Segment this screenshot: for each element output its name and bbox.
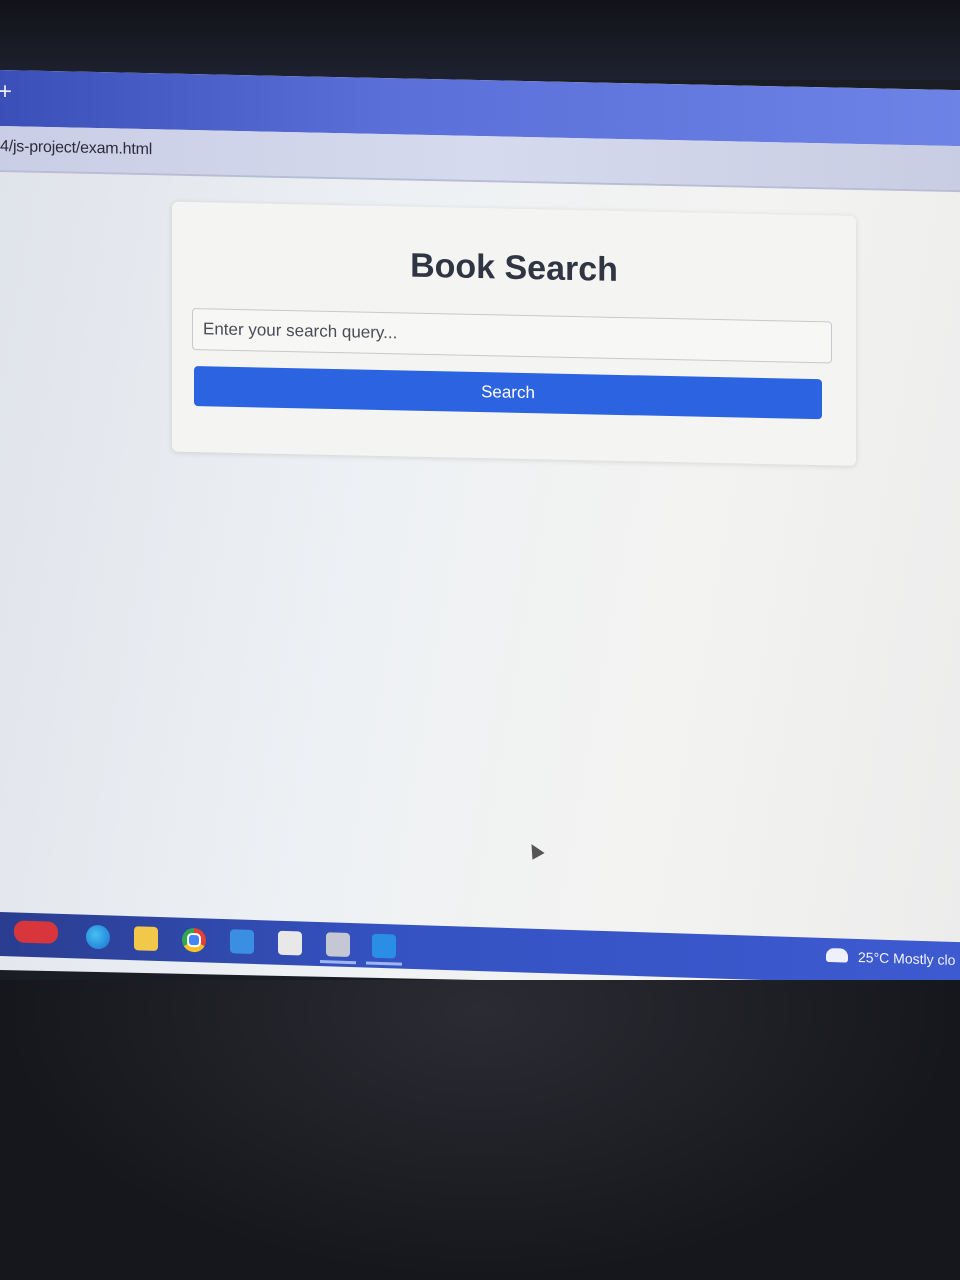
folder-icon[interactable] bbox=[134, 926, 158, 951]
start-icon[interactable] bbox=[14, 920, 58, 944]
monitor-bezel-bottom bbox=[0, 980, 960, 1280]
monitor-bezel-top bbox=[0, 0, 960, 80]
search-button[interactable]: Search bbox=[194, 366, 822, 420]
page-title: Book Search bbox=[410, 246, 618, 289]
weather-text[interactable]: 25°C Mostly clo bbox=[858, 949, 955, 968]
url-text[interactable]: 4/js-project/exam.html bbox=[0, 138, 152, 159]
cloud-icon[interactable] bbox=[826, 947, 848, 963]
app-icon[interactable] bbox=[326, 932, 350, 957]
chrome-icon[interactable] bbox=[182, 927, 206, 953]
vscode-icon[interactable] bbox=[372, 933, 396, 959]
mail-icon[interactable] bbox=[230, 929, 254, 954]
search-card: Book Search Search bbox=[172, 201, 856, 466]
screen: + 4/js-project/exam.html Book Search Sea… bbox=[0, 70, 960, 991]
mouse-cursor-icon bbox=[525, 840, 545, 860]
new-tab-button[interactable]: + bbox=[0, 78, 12, 105]
edge-icon[interactable] bbox=[86, 924, 110, 950]
store-icon[interactable] bbox=[278, 930, 302, 956]
running-indicator bbox=[366, 961, 402, 966]
search-input[interactable] bbox=[192, 308, 832, 364]
running-indicator bbox=[320, 960, 356, 965]
